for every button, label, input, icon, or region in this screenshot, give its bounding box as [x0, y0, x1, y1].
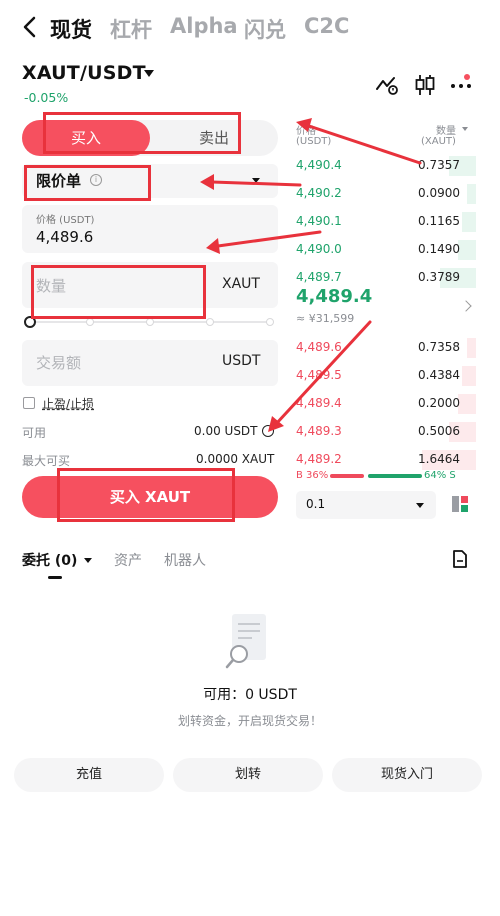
deposit-button[interactable]: 充值 [14, 758, 164, 792]
slider-step-100[interactable] [266, 318, 274, 326]
transfer-button[interactable]: 划转 [173, 758, 323, 792]
last-price: 4,489.4 [296, 286, 373, 307]
orderbook-qty-unit: (XAUT) [421, 136, 456, 147]
buy-tab[interactable]: 买入 [22, 120, 150, 156]
orderbook-price: 4,489.4 [296, 396, 342, 410]
orderbook-qty: 0.1165 [418, 214, 460, 228]
tab-alpha[interactable]: Alpha [170, 14, 238, 38]
orderbook-price: 4,490.4 [296, 158, 342, 172]
order-history-icon[interactable] [452, 550, 468, 568]
orderbook-ask-row[interactable]: 4,489.5 0.4384 [296, 364, 476, 390]
orderbook-price: 4,489.2 [296, 452, 342, 466]
orderbook-ask-row[interactable]: 4,489.3 0.5006 [296, 420, 476, 446]
orderbook-bid-row[interactable]: 4,490.2 0.0900 [296, 182, 476, 208]
info-icon[interactable]: i [90, 174, 102, 186]
pair-selector[interactable]: XAUT/USDT [22, 62, 146, 84]
tpsl-checkbox[interactable] [23, 397, 35, 409]
price-alert-icon[interactable] [374, 72, 400, 98]
orderbook-qty: 1.6464 [418, 452, 460, 466]
buy-ratio-bar [330, 474, 364, 478]
back-arrow-icon[interactable] [20, 14, 42, 40]
sell-tab[interactable]: 卖出 [150, 120, 278, 156]
slider-step-50[interactable] [146, 318, 154, 326]
orderbook-price-header: 价格 [296, 126, 316, 137]
orderbook-bid-row[interactable]: 4,490.0 0.1490 [296, 238, 476, 264]
tab-orders[interactable]: 委托 (0) [22, 550, 77, 570]
quantity-placeholder: 数量 [36, 277, 67, 295]
tab-convert[interactable]: 闪兑 [244, 14, 286, 44]
quantity-unit: XAUT [222, 276, 260, 292]
orderbook-qty-header[interactable]: 数量 [436, 122, 456, 137]
orderbook-price: 4,489.5 [296, 368, 342, 382]
available-balance: 可用：0 USDT [203, 687, 297, 703]
orderbook-price: 4,490.0 [296, 242, 342, 256]
price-caption: 价格 (USDT) [36, 215, 95, 226]
orderbook-qty: 0.4384 [418, 368, 460, 382]
orderbook-bid-row[interactable]: 4,490.1 0.1165 [296, 210, 476, 236]
orderbook-price-unit: (USDT) [296, 136, 332, 147]
orderbook-price: 4,490.1 [296, 214, 342, 228]
chevron-down-icon[interactable] [144, 70, 154, 77]
max-buy-label: 最大可买 [22, 454, 71, 468]
slider-step-25[interactable] [86, 318, 94, 326]
chevron-down-icon[interactable] [84, 558, 92, 563]
empty-document-icon [225, 614, 266, 669]
orderbook-qty: 0.7357 [418, 158, 460, 172]
orderbook-price: 4,489.6 [296, 340, 342, 354]
tab-bots[interactable]: 机器人 [164, 550, 206, 570]
sell-ratio: 64% S [424, 470, 456, 481]
orderbook-qty: 0.0900 [418, 186, 460, 200]
orderbook-qty: 0.2000 [418, 396, 460, 410]
orderbook-bid-row[interactable]: 4,490.4 0.7357 [296, 154, 476, 180]
price-value[interactable]: 4,489.6 [36, 228, 93, 246]
tab-assets[interactable]: 资产 [114, 550, 142, 570]
orderbook-ask-row[interactable]: 4,489.6 0.7358 [296, 336, 476, 362]
precision-value: 0.1 [306, 497, 326, 511]
orderbook-price: 4,490.2 [296, 186, 342, 200]
slider-knob[interactable] [24, 316, 36, 328]
price-change: -0.05% [24, 90, 69, 105]
orderbook-qty: 0.1490 [418, 242, 460, 256]
orderbook-layout-icon[interactable] [450, 494, 470, 514]
empty-hint: 划转资金，开启现货交易！ [177, 714, 322, 728]
chevron-down-icon[interactable] [462, 127, 468, 131]
sell-ratio-bar [368, 474, 422, 478]
spot-guide-button[interactable]: 现货入门 [332, 758, 482, 792]
chevron-down-icon[interactable] [252, 178, 260, 183]
available-value: 0.00 USDT [194, 424, 258, 438]
buy-submit-button[interactable]: 买入 XAUT [22, 476, 278, 518]
order-type-label: 限价单 [36, 172, 82, 190]
orderbook-qty: 0.3789 [418, 270, 460, 284]
transfer-icon[interactable] [262, 425, 274, 437]
tab-spot[interactable]: 现货 [50, 14, 92, 44]
orderbook-qty: 0.5006 [418, 424, 460, 438]
active-tab-indicator [48, 576, 62, 579]
slider-step-75[interactable] [206, 318, 214, 326]
amount-placeholder: 交易额 [36, 354, 82, 372]
orderbook-qty: 0.7358 [418, 340, 460, 354]
candlestick-chart-icon[interactable] [412, 72, 438, 98]
last-price-fiat: ≈ ¥31,599 [296, 312, 355, 325]
chevron-right-icon[interactable] [460, 300, 472, 312]
tab-c2c[interactable]: C2C [304, 14, 349, 38]
orderbook-ask-row[interactable]: 4,489.4 0.2000 [296, 392, 476, 418]
amount-unit: USDT [222, 353, 261, 369]
orderbook-price: 4,489.7 [296, 270, 342, 284]
tpsl-label[interactable]: 止盈/止损 [42, 395, 94, 412]
more-options-icon[interactable] [448, 72, 474, 98]
buy-ratio: B 36% [296, 470, 329, 481]
max-buy-value: 0.0000 XAUT [196, 452, 275, 466]
available-label: 可用 [22, 426, 47, 440]
chevron-down-icon[interactable] [416, 503, 424, 508]
orderbook-price: 4,489.3 [296, 424, 342, 438]
tab-margin[interactable]: 杠杆 [110, 14, 152, 44]
